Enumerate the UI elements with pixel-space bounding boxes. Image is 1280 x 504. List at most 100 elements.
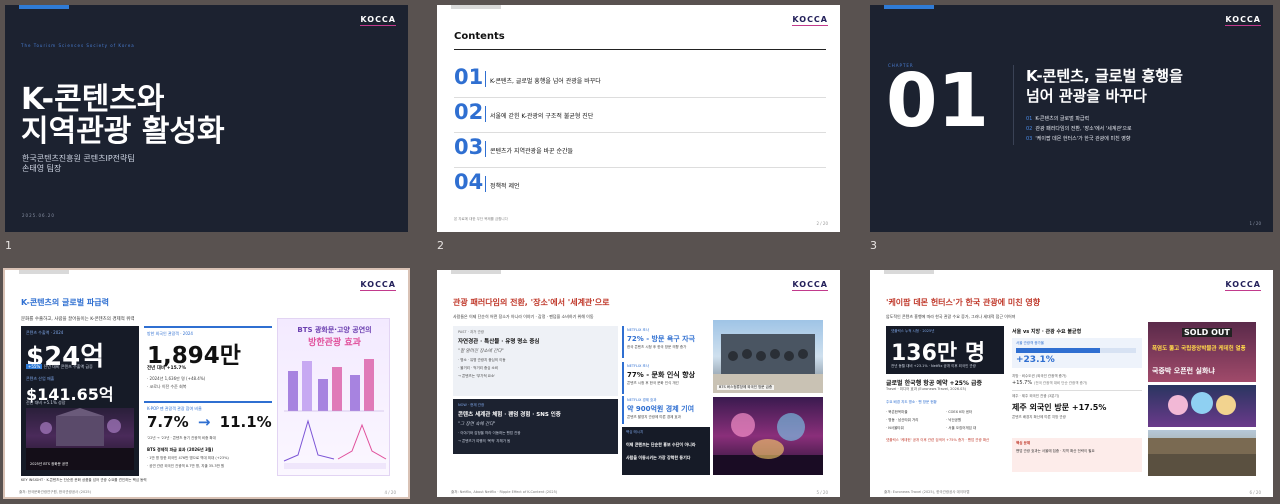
past-card: PAST · 과거 관광 자연경관 · 특산물 · 유명 명소 중심 "잘 알려… bbox=[453, 326, 618, 396]
export-card: 콘텐츠 수출액 · 2024 $24억 +55% 전년 대비 콘텐츠 수출액 급… bbox=[21, 326, 139, 476]
kocca-logo: KOCCA bbox=[792, 15, 828, 26]
slide-title: 관광 패러다임의 전환, '장소'에서 '세계관'으로 bbox=[453, 298, 610, 307]
contents-item-label: K-콘텐츠, 글로벌 흥행을 넘어 관광을 바꾸다 bbox=[490, 78, 601, 85]
bts-poster: BTS 광화문·고양 공연의 방한관광 효과 bbox=[277, 318, 390, 476]
photo-illustration bbox=[713, 334, 823, 393]
contents-item-label: 콘텐츠가 지역관광을 바꾼 순간들 bbox=[490, 148, 574, 155]
concert-illustration bbox=[26, 408, 134, 470]
contents-item-number: 01 bbox=[454, 65, 484, 89]
museum-news-photo: SOLD OUT 폭염도 뚫고 국립중앙박물관 케데헌 열풍 국중박 오픈런 실… bbox=[1148, 322, 1256, 382]
slide-number: 1 bbox=[5, 239, 12, 252]
source-footer: 출처: Euronews Travel (2025), 한국관광공사 데이터랩 bbox=[884, 490, 970, 494]
kocca-logo: KOCCA bbox=[1225, 15, 1261, 26]
contents-item-label: 정책적 제언 bbox=[490, 183, 520, 190]
page-indicator: 1 / 20 bbox=[1249, 221, 1261, 226]
kocca-logo: KOCCA bbox=[1225, 280, 1261, 291]
lead-text: 사람들은 이제 단순히 어떤 장소가 아니라 이야기 · 감정 · 팬덤을 소비… bbox=[453, 314, 594, 319]
lead-text: 문화를 수출하고, 사람을 끌어들이는 K-콘텐츠의 경제적 위력 bbox=[21, 317, 135, 322]
imbalance-chart-title: 서울 vs 지방 · 관광 수요 불균형 bbox=[1012, 329, 1082, 335]
contents-item[interactable]: 01 K-콘텐츠, 글로벌 흥행을 넘어 관광을 바꾸다 bbox=[454, 63, 826, 98]
crowd-photo bbox=[1148, 430, 1256, 476]
slide-title: '케이팝 데몬 헌터스'가 한국 관광에 미친 영향 bbox=[886, 298, 1041, 307]
contents-item-number: 02 bbox=[454, 100, 484, 124]
warning-card: 핵심 문제 팬덤 관광 효과는 서울에 집중 · 지역 확산 전략이 필요 bbox=[1012, 438, 1142, 472]
slide-thumbnail-1[interactable]: KOCCA The Tourism Sciences Society of Ko… bbox=[5, 5, 408, 232]
photo-illustration bbox=[1148, 438, 1256, 476]
footnote: 본 자료에 대한 무단 복제를 금합니다 bbox=[454, 217, 508, 221]
sold-out-label: SOLD OUT bbox=[1182, 328, 1232, 337]
society-label: The Tourism Sciences Society of Korea bbox=[21, 43, 135, 48]
bts-bus-stop-photo: BTS 버스정류장에 외국인 방문 급증 bbox=[713, 320, 823, 393]
accent-bar bbox=[19, 270, 69, 274]
slide-thumbnail-5[interactable]: KOCCA 관광 패러다임의 전환, '장소'에서 '세계관'으로 사람들은 이… bbox=[437, 270, 840, 497]
stat-card: NETFLIX 조사 72% - 방문 욕구 자극 한국 콘텐츠 시청 후 한국… bbox=[622, 326, 710, 358]
booking-headline: 글로벌 한국행 항공 예약 +25% 급증 bbox=[886, 380, 983, 387]
slide-title-line1: K-콘텐츠와 bbox=[21, 82, 165, 117]
contents-heading: Contents bbox=[454, 31, 505, 42]
slide-title-line2: 지역관광 활성화 bbox=[21, 114, 225, 149]
regional-value: +15.7% bbox=[1012, 380, 1033, 386]
search-note: 넷플릭스 '케데헌' 공개 이후 관련 검색어 +75% 증가 · 팬덤 관광 … bbox=[886, 438, 990, 442]
stat-card: NETFLIX 조사 77% - 문화 인식 향상 콘텐츠 시청 후 한국 문화… bbox=[622, 362, 710, 394]
kocca-logo: KOCCA bbox=[792, 280, 828, 291]
slide-thumbnail-6[interactable]: KOCCA '케이팝 데몬 헌터스'가 한국 관광에 미친 영향 압도적인 콘텐… bbox=[870, 270, 1273, 497]
source-footer: 출처: Netflix, About Netflix · Ripple Effe… bbox=[451, 490, 558, 494]
accent-bar bbox=[884, 270, 934, 274]
page-indicator: 4 / 20 bbox=[384, 490, 396, 495]
source-footer: 출처: 한국문화관광연구원, 한국관광공사 (2025) bbox=[19, 490, 92, 494]
slide-number: 2 bbox=[437, 239, 444, 252]
kpop-card: K-POP 팬 관광객 관광 참여 비율 7.7% → 11.1% '22년 →… bbox=[144, 401, 272, 476]
slide-thumbnail-2[interactable]: KOCCA Contents 01 K-콘텐츠, 글로벌 흥행을 넘어 관광을 … bbox=[437, 5, 840, 232]
accent-bar bbox=[884, 5, 934, 9]
kocca-logo: KOCCA bbox=[360, 15, 396, 26]
chapter-item: 02 관광 패러다임의 전환, '장소'에서 '세계관'으로 bbox=[1026, 126, 1132, 132]
presentation-date: 2025.06.20 bbox=[22, 213, 55, 218]
animation-scene-photo bbox=[713, 397, 823, 475]
chapter-title-line2: 넘어 관광을 바꾸다 bbox=[1026, 87, 1147, 105]
ratio-change: 7.7% → 11.1% bbox=[147, 413, 272, 431]
slide-thumbnail-4[interactable]: KOCCA K-콘텐츠의 글로벌 파급력 문화를 수출하고, 사람을 끌어들이는… bbox=[3, 268, 410, 499]
visitors-card: 방한 외국인 관광객 · 2024 1,894만 전년 대비 +15.7% · … bbox=[144, 326, 272, 398]
growth-bar-fill bbox=[1016, 348, 1100, 353]
contents-item[interactable]: 03 콘텐츠가 지역관광을 바꾼 순간들 bbox=[454, 133, 826, 168]
photo-illustration bbox=[713, 413, 823, 475]
jeju-card: 제주 · 제주 외국인 관광 (3분기) 제주 외국인 방문 +17.5% 콘텐… bbox=[1012, 390, 1142, 430]
slide-number: 3 bbox=[870, 239, 877, 252]
viewers-value: 136만 명 bbox=[891, 341, 986, 366]
chapter-number: 01 bbox=[886, 58, 989, 144]
landmark-list: · 북촌한옥마을 · COEX K타 센터 · 명동 · 남산타워 거리 · 낙산공… bbox=[886, 410, 977, 430]
accent-bar bbox=[451, 270, 501, 274]
accent-bar bbox=[19, 5, 69, 9]
contents-item-number: 04 bbox=[454, 170, 484, 194]
poster-chart-graphic bbox=[283, 359, 387, 469]
key-message-card: 핵심 메시지 이제 콘텐츠는 단순한 홍보 수단이 아니라 사람을 이동시키는 … bbox=[622, 427, 710, 475]
slide-thumbnail-3[interactable]: KOCCA CHAPTER 01 K-콘텐츠, 글로벌 흥행을 넘어 관광을 바… bbox=[870, 5, 1273, 232]
accent-bar bbox=[451, 5, 501, 9]
viewers-card: 넷플릭스 누적 시청 · 2025년 136만 명 전년 동월 대비 +23.1… bbox=[886, 326, 1004, 374]
lead-text: 압도적인 콘텐츠 흥행에 따라 한국 관광 수요 증가, 그러나 세대적 접근 … bbox=[886, 314, 1016, 319]
landmark-list-heading: 주요 배경 지도 명소 · 팬 방문 현황 bbox=[886, 400, 937, 404]
concert-photo: 2025년 BTS 광화문 공연 bbox=[26, 408, 134, 470]
growth-badge: +55% bbox=[26, 364, 43, 369]
contents-item[interactable]: 02 서울에 갇힌 K-관광의 구조적 불균형 진단 bbox=[454, 98, 826, 133]
chapter-item: 03 '케이팝 데몬 헌터스'가 한국 관광에 미친 영향 bbox=[1026, 136, 1131, 142]
divider bbox=[1013, 65, 1014, 145]
chapter-title-line1: K-콘텐츠, 글로벌 흥행을 bbox=[1026, 67, 1183, 85]
regional-label: 지방 · 비수도권 (외국인 관광객 증가) bbox=[1012, 374, 1067, 378]
seoul-growth-card: 서울 관광객 증가율 +23.1% bbox=[1012, 338, 1142, 368]
page-indicator: 5 / 20 bbox=[816, 490, 828, 495]
character-photo bbox=[1148, 385, 1256, 427]
contents-item-number: 03 bbox=[454, 135, 484, 159]
now-card: NOW · 현재 관광 콘텐츠 세계관 체험 · 팬덤 경험 · SNS 인증 … bbox=[453, 399, 618, 454]
contents-list: 01 K-콘텐츠, 글로벌 흥행을 넘어 관광을 바꾸다 02 서울에 갇힌 K… bbox=[454, 63, 826, 202]
photo-illustration bbox=[1168, 392, 1236, 415]
stat-card: NETFLIX 경제 효과 약 900억원 경제 기여 콘텐츠 촬영지 관광에 … bbox=[622, 396, 710, 424]
contents-item[interactable]: 04 정책적 제언 bbox=[454, 168, 826, 202]
key-insight: KEY INSIGHT · K-콘텐츠는 단순한 문화 상품을 넘어 관광 수요… bbox=[21, 478, 147, 482]
regional-note: (전국 관광객 대비 단순 관광객 증가) bbox=[1034, 381, 1088, 385]
booking-source: Travel · 미디어 효과 (Euronews Travel, 2026.0… bbox=[886, 387, 967, 391]
subtitle-line2: 손태영 팀장 bbox=[22, 164, 62, 173]
contents-item-label: 서울에 갇힌 K-관광의 구조적 불균형 진단 bbox=[490, 113, 594, 120]
kocca-logo: KOCCA bbox=[360, 280, 396, 291]
page-indicator: 2 / 20 bbox=[816, 221, 828, 226]
